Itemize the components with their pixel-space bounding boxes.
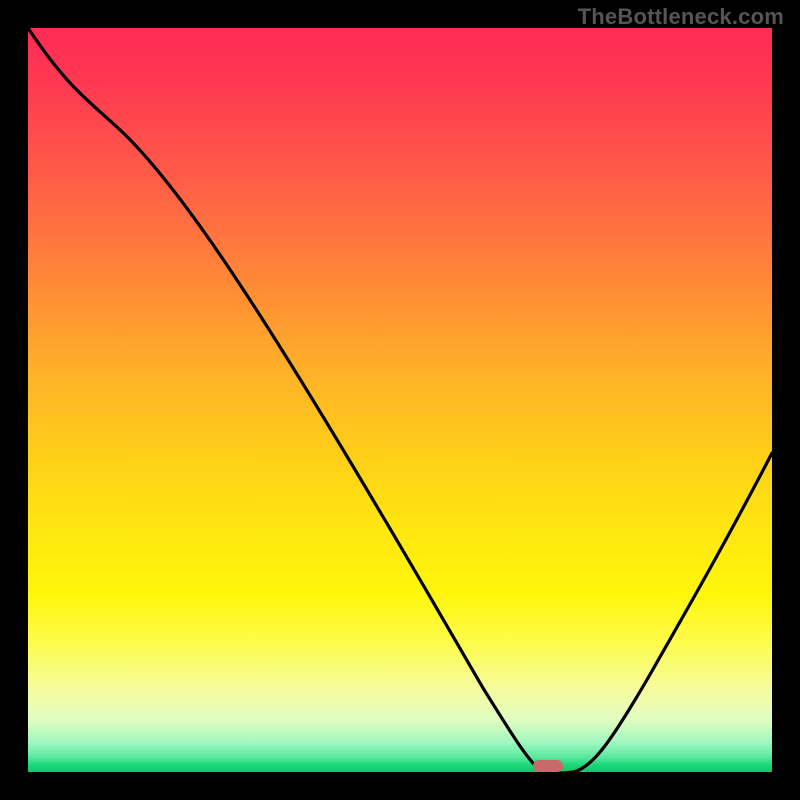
- plot-area: [28, 28, 772, 772]
- curve-svg: [28, 28, 772, 772]
- watermark-text: TheBottleneck.com: [578, 4, 784, 30]
- bottleneck-curve-path: [28, 28, 772, 772]
- bottleneck-chart: TheBottleneck.com: [0, 0, 800, 800]
- optimal-marker: [533, 760, 563, 772]
